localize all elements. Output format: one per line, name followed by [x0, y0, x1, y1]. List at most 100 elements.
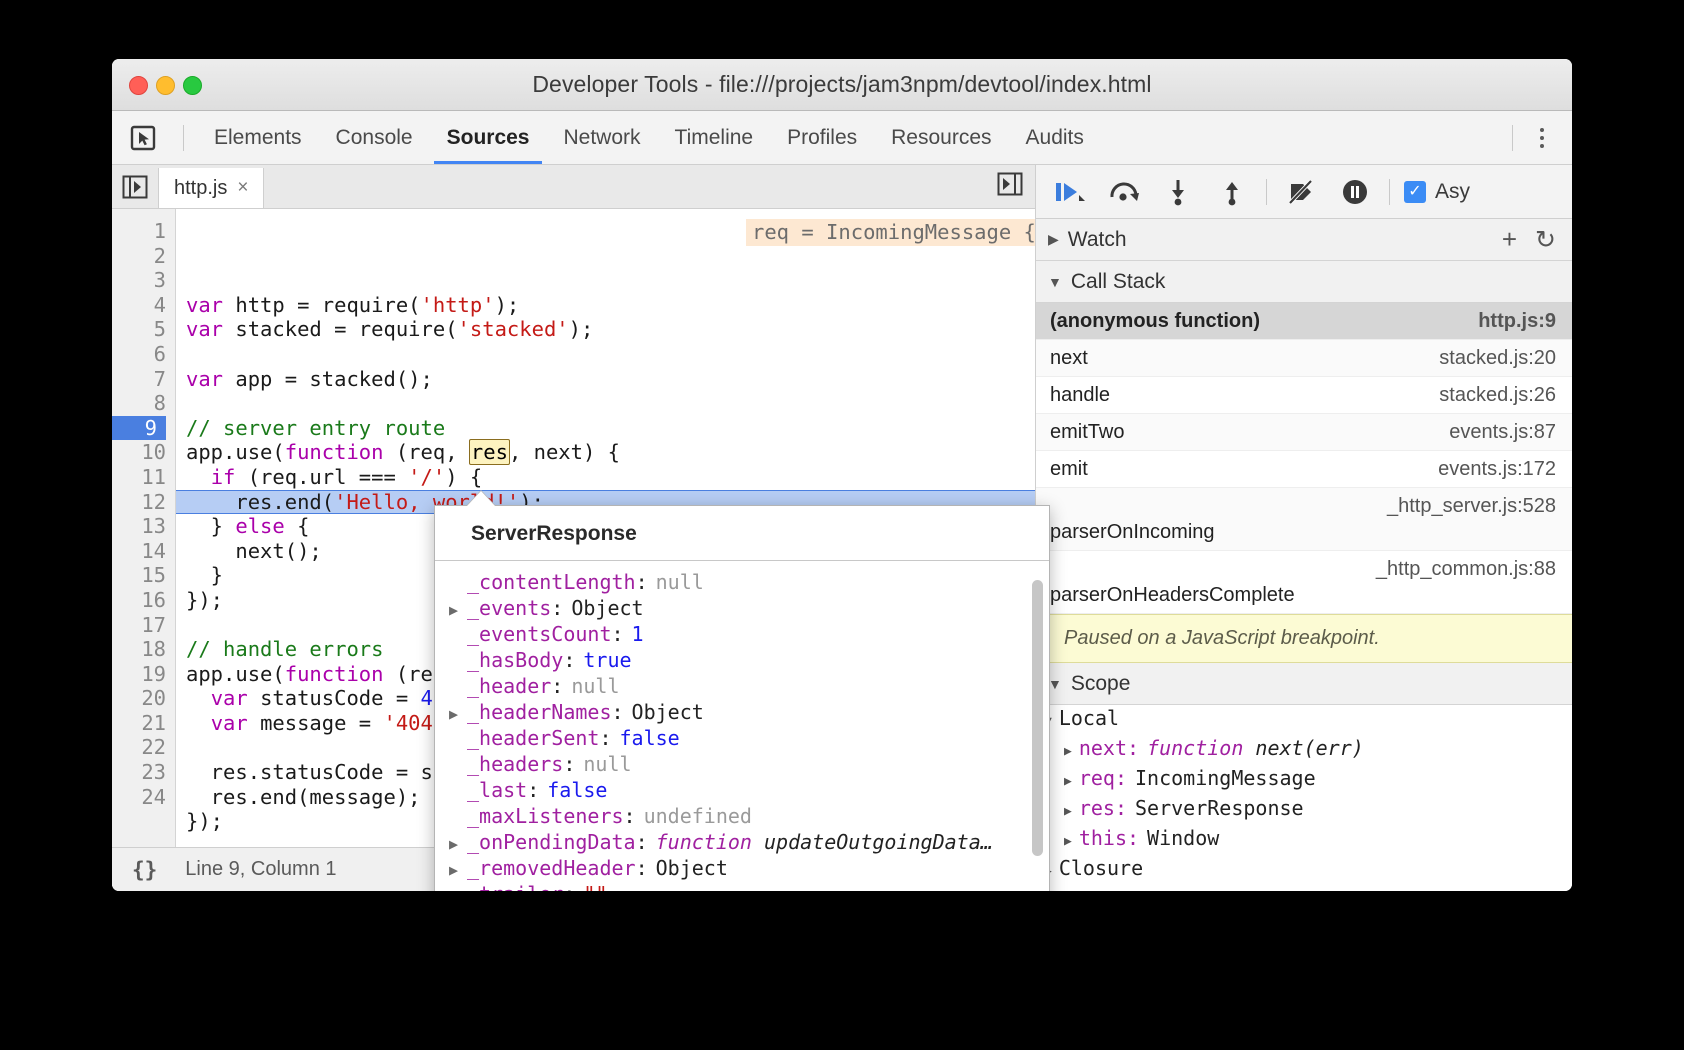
popover-property-row[interactable]: ▶_events:Object — [435, 595, 1049, 621]
popover-property-row[interactable]: _trailer:"" — [435, 881, 1049, 891]
code-line[interactable]: // server entry route — [186, 416, 1035, 441]
code-line[interactable] — [186, 342, 1035, 367]
expand-triangle-icon[interactable]: ▶ — [449, 857, 467, 881]
line-number[interactable]: 6 — [112, 342, 166, 367]
tab-console[interactable]: Console — [319, 111, 430, 164]
popover-property-row[interactable]: _hasBody:true — [435, 647, 1049, 673]
pause-circle-icon[interactable] — [1329, 172, 1381, 212]
line-number[interactable]: 9 — [112, 416, 166, 441]
popover-property-row[interactable]: _headers:null — [435, 751, 1049, 777]
maximize-window-button[interactable] — [183, 76, 202, 95]
tab-profiles[interactable]: Profiles — [770, 111, 874, 164]
popover-property-row[interactable]: _header:null — [435, 673, 1049, 699]
line-number[interactable]: 11 — [112, 465, 166, 490]
scope-group[interactable]: ▶Closure — [1036, 855, 1572, 885]
line-number[interactable]: 24 — [112, 785, 166, 810]
line-number[interactable]: 2 — [112, 244, 166, 269]
line-number[interactable]: 8 — [112, 391, 166, 416]
expand-triangle-icon[interactable]: ▶ — [1064, 739, 1072, 765]
minimize-window-button[interactable] — [156, 76, 175, 95]
expand-triangle-icon[interactable]: ▶ — [449, 701, 467, 725]
call-stack-frame[interactable]: nextstacked.js:20 — [1036, 340, 1572, 377]
line-number[interactable]: 17 — [112, 613, 166, 638]
close-window-button[interactable] — [129, 76, 148, 95]
tab-resources[interactable]: Resources — [874, 111, 1008, 164]
line-number[interactable]: 7 — [112, 367, 166, 392]
close-icon[interactable]: × — [237, 177, 248, 199]
scope-variable-row[interactable]: ▶next:function next(err) — [1036, 735, 1572, 765]
call-stack-frame[interactable]: emitevents.js:172 — [1036, 451, 1572, 488]
line-number[interactable]: 16 — [112, 588, 166, 613]
popover-property-row[interactable]: ▶_onPendingData:function updateOutgoingD… — [435, 829, 1049, 855]
line-number[interactable]: 4 — [112, 293, 166, 318]
popover-property-row[interactable]: _last:false — [435, 777, 1049, 803]
popover-property-row[interactable]: ▶_headerNames:Object — [435, 699, 1049, 725]
call-stack-frame[interactable]: _http_server.js:528parserOnIncoming — [1036, 488, 1572, 551]
code-line[interactable]: if (req.url === '/') { — [186, 465, 1035, 490]
call-stack-frame[interactable]: (anonymous function)http.js:9 — [1036, 303, 1572, 340]
line-number[interactable]: 19 — [112, 662, 166, 687]
pretty-print-icon[interactable]: {} — [132, 858, 157, 882]
call-stack-section-header[interactable]: ▼ Call Stack — [1036, 261, 1572, 303]
object-value-popover[interactable]: ServerResponse _contentLength:null▶_even… — [434, 505, 1050, 891]
expand-triangle-icon[interactable]: ▶ — [1064, 829, 1072, 855]
code-line[interactable]: var http = require('http'); — [186, 293, 1035, 318]
step-out-icon[interactable] — [1206, 172, 1258, 212]
line-number[interactable]: 21 — [112, 711, 166, 736]
step-into-icon[interactable] — [1152, 172, 1204, 212]
tab-elements[interactable]: Elements — [197, 111, 319, 164]
resume-icon[interactable] — [1044, 172, 1096, 212]
popover-property-row[interactable]: _maxListeners:undefined — [435, 803, 1049, 829]
line-number[interactable]: 1 — [112, 219, 166, 244]
expand-triangle-icon[interactable]: ▶ — [449, 597, 467, 621]
tab-network[interactable]: Network — [546, 111, 657, 164]
line-number[interactable]: 12 — [112, 490, 166, 515]
scope-group[interactable]: ▼Local — [1036, 705, 1572, 735]
line-number[interactable]: 10 — [112, 440, 166, 465]
inspect-element-icon[interactable] — [126, 123, 160, 153]
line-number[interactable]: 18 — [112, 637, 166, 662]
line-number[interactable]: 3 — [112, 268, 166, 293]
call-stack-frame[interactable]: _http_common.js:88parserOnHeadersComplet… — [1036, 551, 1572, 614]
line-number[interactable]: 14 — [112, 539, 166, 564]
popover-property-row[interactable]: ▶_removedHeader:Object — [435, 855, 1049, 881]
breakpoint-slash-icon[interactable] — [1275, 172, 1327, 212]
show-debugger-icon[interactable] — [997, 172, 1023, 201]
code-line[interactable]: var app = stacked(); — [186, 367, 1035, 392]
editor-tab-http-js[interactable]: http.js × — [158, 168, 264, 208]
tab-timeline[interactable]: Timeline — [658, 111, 771, 164]
tab-audits[interactable]: Audits — [1009, 111, 1101, 164]
line-number[interactable]: 13 — [112, 514, 166, 539]
popover-property-row[interactable]: _eventsCount:1 — [435, 621, 1049, 647]
popover-scrollbar[interactable] — [1032, 580, 1043, 891]
popover-property-list[interactable]: _contentLength:null▶_events:Object _even… — [435, 561, 1049, 891]
step-over-icon[interactable] — [1098, 172, 1150, 212]
scope-variable-row[interactable]: ▶res:ServerResponse — [1036, 795, 1572, 825]
async-checkbox[interactable]: ✓ Asy — [1398, 180, 1470, 204]
call-stack-frame[interactable]: handlestacked.js:26 — [1036, 377, 1572, 414]
code-line[interactable]: var stacked = require('stacked'); — [186, 317, 1035, 342]
popover-property-row[interactable]: _contentLength:null — [435, 569, 1049, 595]
call-stack-frame[interactable]: emitTwoevents.js:87 — [1036, 414, 1572, 451]
scope-variable-row[interactable]: ▶req:IncomingMessage — [1036, 765, 1572, 795]
refresh-watch-icon[interactable]: ↻ — [1535, 225, 1556, 255]
show-navigator-icon[interactable] — [112, 165, 158, 208]
line-number[interactable]: 23 — [112, 760, 166, 785]
kebab-menu-icon[interactable] — [1526, 128, 1558, 148]
code-line[interactable] — [186, 391, 1035, 416]
watch-section-header[interactable]: ▶ Watch + ↻ — [1036, 219, 1572, 261]
scope-section-header[interactable]: ▼ Scope — [1036, 663, 1572, 705]
code-line[interactable]: app.use(function (req, res, next) { — [186, 440, 1035, 465]
expand-triangle-icon[interactable]: ▶ — [1064, 769, 1072, 795]
line-number[interactable]: 15 — [112, 563, 166, 588]
tab-sources[interactable]: Sources — [430, 111, 547, 164]
expand-triangle-icon[interactable]: ▶ — [1064, 799, 1072, 825]
highlighted-token[interactable]: res — [469, 439, 510, 465]
scope-variable-row[interactable]: ▶this:Window — [1036, 825, 1572, 855]
add-watch-expression-icon[interactable]: + — [1502, 224, 1517, 255]
line-number[interactable]: 22 — [112, 735, 166, 760]
expand-triangle-icon[interactable]: ▶ — [449, 831, 467, 855]
line-number[interactable]: 20 — [112, 686, 166, 711]
line-number[interactable]: 5 — [112, 317, 166, 342]
popover-property-row[interactable]: _headerSent:false — [435, 725, 1049, 751]
